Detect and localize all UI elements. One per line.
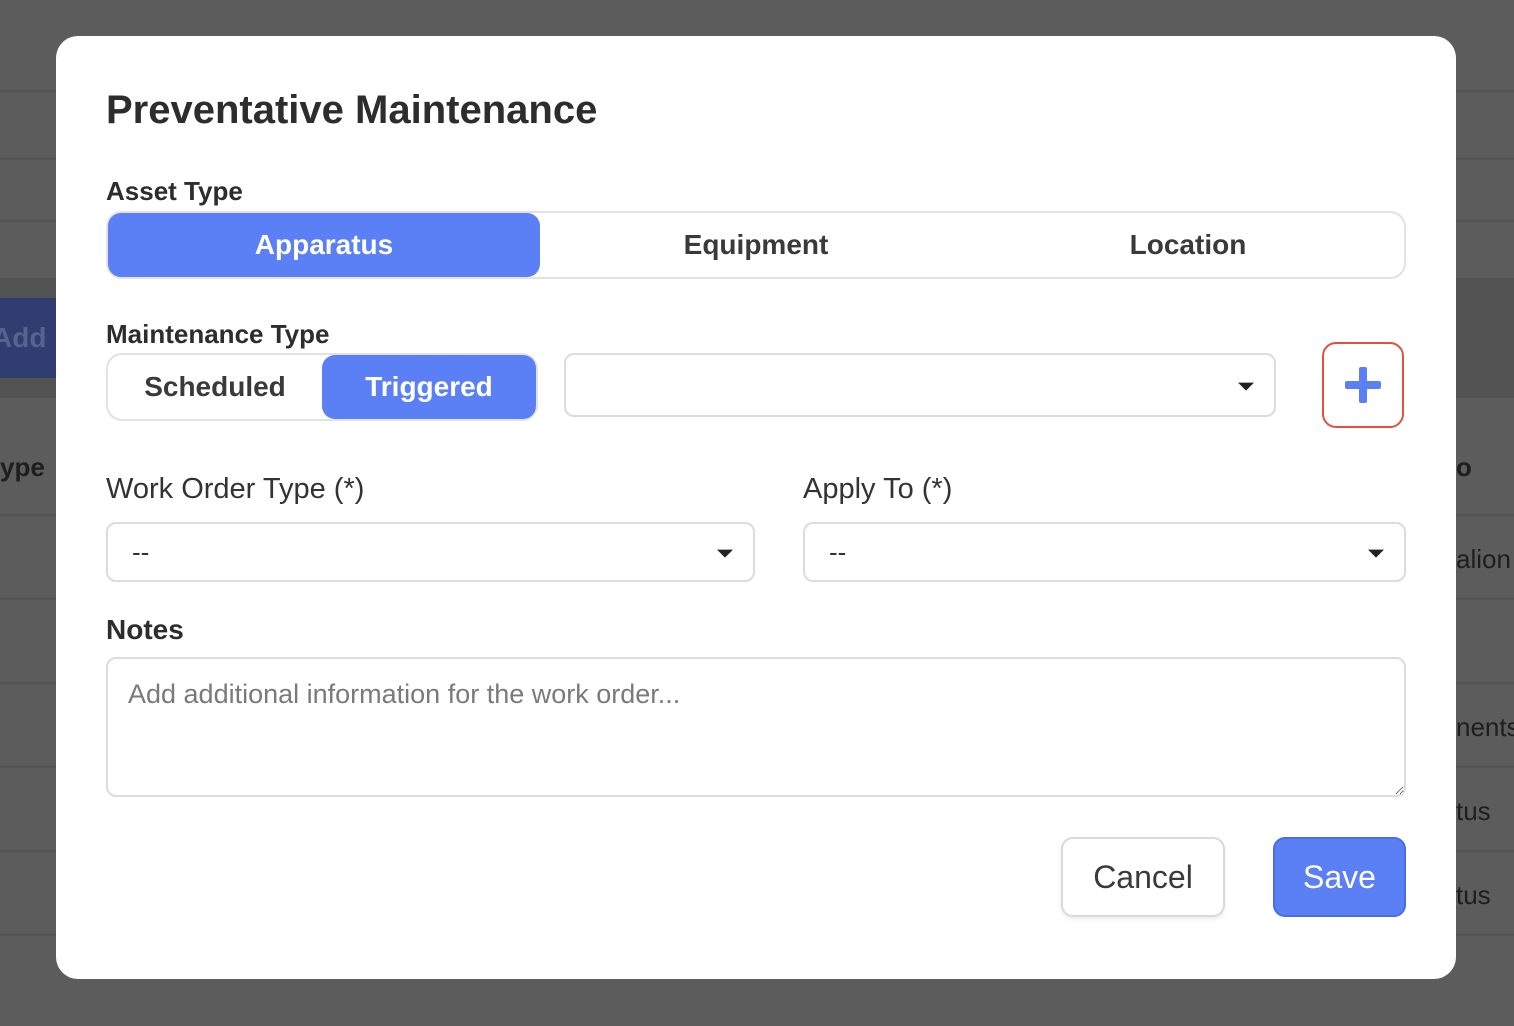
plus-icon bbox=[1345, 367, 1381, 403]
notes-textarea[interactable] bbox=[106, 657, 1406, 797]
maintenance-type-label: Maintenance Type bbox=[106, 319, 330, 349]
work-order-type-value: -- bbox=[132, 536, 150, 567]
background-column-header: ype bbox=[0, 452, 45, 482]
trigger-select[interactable] bbox=[564, 353, 1276, 417]
asset-type-option-equipment[interactable]: Equipment bbox=[540, 213, 972, 277]
apply-to-select[interactable]: -- bbox=[803, 522, 1406, 582]
apply-to-label: Apply To (*) bbox=[803, 473, 953, 505]
background-column-header: o bbox=[1456, 452, 1472, 482]
work-order-type-label: Work Order Type (*) bbox=[106, 473, 365, 505]
add-trigger-button[interactable] bbox=[1322, 342, 1404, 428]
asset-type-label: Asset Type bbox=[106, 176, 243, 206]
preventative-maintenance-modal: Preventative Maintenance Asset Type Appa… bbox=[56, 36, 1456, 979]
background-cell: tus bbox=[1456, 796, 1491, 826]
background-cell: nents bbox=[1456, 712, 1514, 742]
chevron-down-icon bbox=[1238, 382, 1254, 391]
maintenance-type-option-triggered[interactable]: Triggered bbox=[322, 355, 536, 419]
maintenance-type-segmented-control: Scheduled Triggered bbox=[106, 353, 538, 421]
modal-title: Preventative Maintenance bbox=[106, 88, 598, 132]
chevron-down-icon bbox=[1368, 549, 1384, 558]
background-cell: alion bbox=[1456, 544, 1511, 574]
apply-to-value: -- bbox=[829, 536, 847, 567]
asset-type-segmented-control: Apparatus Equipment Location bbox=[106, 211, 1406, 279]
notes-label: Notes bbox=[106, 614, 184, 645]
cancel-button[interactable]: Cancel bbox=[1061, 837, 1225, 917]
asset-type-option-apparatus[interactable]: Apparatus bbox=[108, 213, 540, 277]
asset-type-option-location[interactable]: Location bbox=[972, 213, 1404, 277]
chevron-down-icon bbox=[717, 549, 733, 558]
work-order-type-select[interactable]: -- bbox=[106, 522, 755, 582]
maintenance-type-option-scheduled[interactable]: Scheduled bbox=[108, 355, 322, 419]
save-button[interactable]: Save bbox=[1273, 837, 1406, 917]
background-cell: tus bbox=[1456, 880, 1491, 910]
